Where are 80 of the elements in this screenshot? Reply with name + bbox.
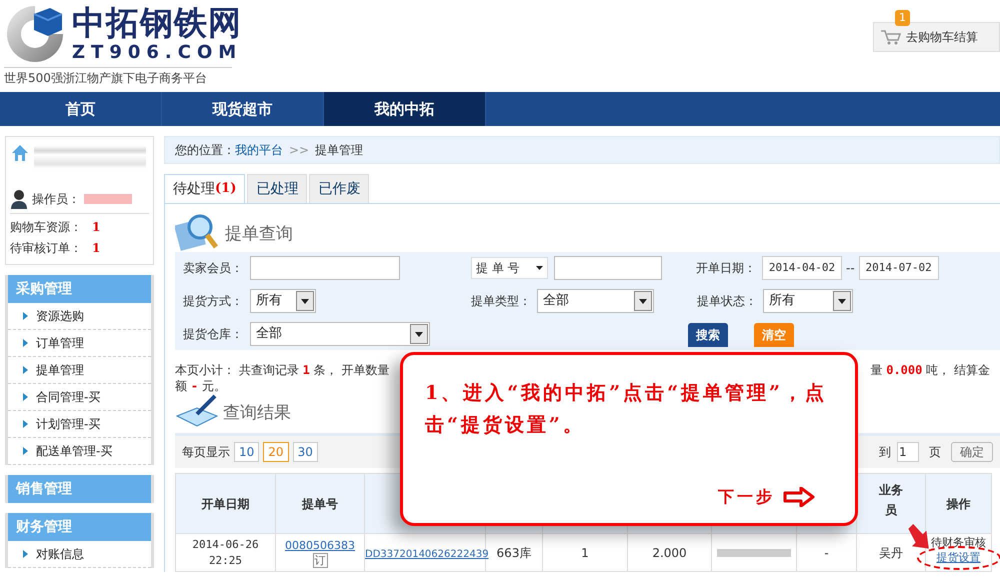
- amount-cell: -: [824, 546, 829, 560]
- summary-text: 量 0.000 吨， 结算金: [870, 362, 990, 378]
- stat-label: 购物车资源：: [10, 218, 83, 236]
- triangle-icon: [23, 366, 28, 374]
- logo-domain: ZT906.COM: [72, 42, 242, 64]
- method-select[interactable]: 所有: [250, 289, 316, 313]
- tab[interactable]: 已作废: [309, 174, 370, 203]
- caret-icon: [536, 266, 543, 270]
- stat-value: 1: [92, 240, 100, 256]
- triangle-icon: [23, 447, 28, 455]
- field-label: 提货仓库：: [183, 326, 244, 343]
- search-button[interactable]: 搜索: [688, 323, 728, 347]
- column-header: 开单日期: [202, 496, 250, 512]
- triangle-icon: [23, 312, 28, 320]
- summary-text: 本页小计： 共查询记录 1 条， 开单数量: [175, 362, 390, 378]
- column-header: 业务员: [878, 482, 904, 519]
- weight-cell: 2.000: [652, 546, 687, 560]
- seller-input-field[interactable]: [250, 256, 400, 280]
- nav-item[interactable]: 我的中拓: [324, 92, 486, 126]
- warehouse-select[interactable]: 全部: [250, 322, 430, 346]
- field-label: 开单日期：: [696, 260, 757, 277]
- status-select[interactable]: 所有: [763, 289, 853, 313]
- section-title: 提单查询: [225, 222, 293, 246]
- logo-name: 中拓钢铁网: [72, 4, 242, 42]
- salesperson-cell: 吴丹: [879, 546, 903, 560]
- date-from-field[interactable]: 2014-04-02: [762, 256, 842, 280]
- breadcrumb-current: 提单管理: [315, 142, 364, 159]
- column-header: 提单号: [302, 496, 338, 512]
- field-label: 提单类型：: [471, 293, 532, 310]
- page-size-option[interactable]: 10: [234, 442, 260, 462]
- summary-text: 额 - 元。: [175, 379, 226, 393]
- date-separator: --: [846, 260, 855, 277]
- number-type-select[interactable]: 提 单 号: [471, 257, 548, 279]
- triangle-icon: [23, 393, 28, 401]
- triangle-icon: [23, 339, 28, 347]
- goto-label: 到: [879, 444, 891, 461]
- page-size-option[interactable]: 30: [292, 442, 318, 462]
- field-label: 卖家会员：: [183, 260, 244, 277]
- confirm-button[interactable]: 确定: [951, 442, 993, 462]
- date-to-field[interactable]: 2014-07-02: [858, 256, 939, 280]
- pointer-arrow-icon: [906, 522, 930, 550]
- bill-number-link[interactable]: 0080506383: [285, 538, 355, 552]
- tab[interactable]: 待处理(1): [164, 174, 246, 203]
- stat-label: 待审核订单：: [10, 240, 83, 256]
- cart-button[interactable]: 去购物车结算: [873, 22, 1000, 52]
- quantity-cell: 1: [581, 546, 589, 560]
- operator-label: 操作员：: [32, 191, 80, 208]
- field-label: 提货方式：: [183, 293, 244, 310]
- status-text: 待财务审核: [931, 536, 986, 549]
- triangle-icon: [23, 550, 28, 558]
- stat-value: 1: [92, 218, 100, 236]
- next-step-button[interactable]: 下一步: [718, 485, 815, 509]
- magnifier-icon: [175, 212, 221, 252]
- triangle-icon: [23, 420, 28, 428]
- house-icon: [10, 143, 30, 163]
- arrow-right-icon: [783, 487, 815, 507]
- delivery-settings-link[interactable]: 提货设置: [936, 551, 980, 564]
- cart-count-badge: 1: [895, 10, 910, 26]
- field-label: 提单状态：: [697, 293, 758, 310]
- cart-icon: [880, 29, 902, 45]
- order-tag: 订: [312, 552, 328, 568]
- logo-icon: [4, 4, 66, 64]
- person-icon: [10, 189, 28, 209]
- page-unit-label: 页: [929, 444, 941, 461]
- slogan: 世界500强浙江物产旗下电子商务平台: [4, 67, 232, 87]
- section-title: 查询结果: [223, 402, 291, 424]
- breadcrumb-label: 您的位置：: [175, 142, 235, 159]
- date-cell-text: 2014-06-26 22:25: [191, 536, 260, 568]
- column-header: 操作: [946, 496, 970, 512]
- order-number-link[interactable]: DD33720140626222439: [365, 548, 489, 560]
- warehouse-cell: 663库: [496, 546, 532, 560]
- page-input-field[interactable]: 1: [897, 442, 919, 462]
- page-size-label: 每页显示: [182, 444, 230, 461]
- breadcrumb-link[interactable]: 我的平台: [235, 141, 283, 159]
- type-select[interactable]: 全部: [537, 289, 654, 313]
- tab[interactable]: 已处理: [247, 174, 308, 203]
- blurred-text: [84, 194, 132, 204]
- guide-text: 1、进入“我的中拓”点击“提单管理”，点击“提货设置”。: [425, 381, 828, 438]
- number-input-field[interactable]: [554, 256, 662, 280]
- breadcrumb-separator: >>: [289, 142, 310, 159]
